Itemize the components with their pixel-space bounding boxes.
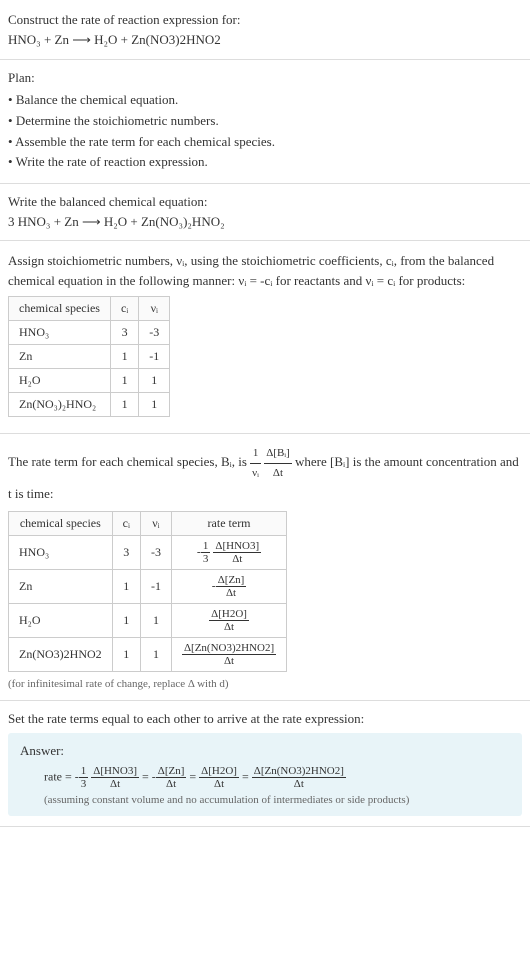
fraction: 1νᵢ — [250, 444, 261, 482]
plan-item: Determine the stoichiometric numbers. — [8, 111, 522, 132]
table-row: Zn(NO₃)₂HNO₂11 — [9, 393, 170, 417]
question-prompt: Construct the rate of reaction expressio… — [8, 10, 522, 30]
fraction: Δ[H2O]Δt — [209, 608, 249, 633]
stoich-h-c: cᵢ — [110, 297, 138, 321]
fraction: Δ[Bᵢ]Δt — [264, 444, 292, 482]
cell: Zn(NO₃)₂HNO₂ — [9, 393, 111, 417]
cell: -1 — [139, 345, 170, 369]
table-row: H₂O11 — [9, 369, 170, 393]
cell: Zn — [9, 569, 113, 603]
cell: -1 — [140, 569, 171, 603]
text: The rate term for each chemical species,… — [8, 454, 250, 469]
rt-h-c: cᵢ — [112, 511, 140, 535]
table-row: HNO₃ 3 -3 -13 Δ[HNO3]Δt — [9, 535, 287, 569]
question-equation: HNO₃ + Zn ⟶ H₂O + Zn(NO3)2HNO2 — [8, 30, 522, 50]
question-section: Construct the rate of reaction expressio… — [0, 0, 530, 60]
answer-assumption: (assuming constant volume and no accumul… — [20, 794, 510, 806]
plan-item: Balance the chemical equation. — [8, 90, 522, 111]
table-row: Zn1-1 — [9, 345, 170, 369]
stoich-h-species: chemical species — [9, 297, 111, 321]
stoich-table: chemical species cᵢ νᵢ HNO₃3-3 Zn1-1 H₂O… — [8, 296, 170, 417]
balanced-title: Write the balanced chemical equation: — [8, 194, 522, 210]
fraction: Δ[Zn(NO3)2HNO2]Δt — [252, 765, 346, 790]
rateterm-table: chemical species cᵢ νᵢ rate term HNO₃ 3 … — [8, 511, 287, 672]
fraction: Δ[Zn]Δt — [156, 765, 187, 790]
cell: 1 — [139, 369, 170, 393]
table-row: HNO₃3-3 — [9, 321, 170, 345]
stoich-intro: Assign stoichiometric numbers, νᵢ, using… — [8, 251, 522, 290]
table-row: Zn 1 -1 -Δ[Zn]Δt — [9, 569, 287, 603]
rt-h-v: νᵢ — [140, 511, 171, 535]
stoich-h-v: νᵢ — [139, 297, 170, 321]
final-title: Set the rate terms equal to each other t… — [8, 711, 522, 727]
rateterm-note: (for infinitesimal rate of change, repla… — [8, 678, 522, 690]
answer-box: Answer: rate = -13 Δ[HNO3]Δt = -Δ[Zn]Δt … — [8, 733, 522, 816]
plan-item: Write the rate of reaction expression. — [8, 152, 522, 173]
cell: 1 — [112, 569, 140, 603]
cell: H₂O — [9, 369, 111, 393]
cell: -3 — [140, 535, 171, 569]
cell: 1 — [140, 637, 171, 671]
stoich-section: Assign stoichiometric numbers, νᵢ, using… — [0, 241, 530, 434]
cell: 1 — [140, 603, 171, 637]
answer-equation: rate = -13 Δ[HNO3]Δt = -Δ[Zn]Δt = Δ[H2O]… — [20, 765, 510, 790]
fraction: Δ[HNO3]Δt — [91, 765, 139, 790]
table-row: Zn(NO3)2HNO2 1 1 Δ[Zn(NO3)2HNO2]Δt — [9, 637, 287, 671]
final-section: Set the rate terms equal to each other t… — [0, 701, 530, 827]
fraction: Δ[HNO3]Δt — [213, 540, 261, 565]
cell: HNO₃ — [9, 535, 113, 569]
cell: H₂O — [9, 603, 113, 637]
rateterm-section: The rate term for each chemical species,… — [0, 434, 530, 700]
balanced-section: Write the balanced chemical equation: 3 … — [0, 184, 530, 241]
fraction: 13 — [79, 765, 89, 790]
cell: 1 — [112, 603, 140, 637]
plan-list: Balance the chemical equation. Determine… — [8, 90, 522, 173]
fraction: Δ[Zn(NO3)2HNO2]Δt — [182, 642, 276, 667]
cell: 1 — [112, 637, 140, 671]
cell: Δ[H2O]Δt — [171, 603, 286, 637]
fraction: Δ[H2O]Δt — [199, 765, 239, 790]
cell: -Δ[Zn]Δt — [171, 569, 286, 603]
cell: HNO₃ — [9, 321, 111, 345]
cell: -13 Δ[HNO3]Δt — [171, 535, 286, 569]
rateterm-intro: The rate term for each chemical species,… — [8, 444, 522, 504]
cell: Δ[Zn(NO3)2HNO2]Δt — [171, 637, 286, 671]
cell: 1 — [110, 393, 138, 417]
balanced-equation: 3 HNO₃ + Zn ⟶ H₂O + Zn(NO₃)₂HNO₂ — [8, 214, 522, 230]
rt-h-species: chemical species — [9, 511, 113, 535]
cell: Zn(NO3)2HNO2 — [9, 637, 113, 671]
plan-title: Plan: — [8, 70, 522, 86]
rt-h-rate: rate term — [171, 511, 286, 535]
fraction: Δ[Zn]Δt — [216, 574, 247, 599]
cell: 1 — [139, 393, 170, 417]
answer-label: Answer: — [20, 743, 510, 759]
cell: 1 — [110, 369, 138, 393]
cell: -3 — [139, 321, 170, 345]
table-row: H₂O 1 1 Δ[H2O]Δt — [9, 603, 287, 637]
fraction: 13 — [201, 540, 211, 565]
plan-item: Assemble the rate term for each chemical… — [8, 132, 522, 153]
cell: 3 — [110, 321, 138, 345]
cell: Zn — [9, 345, 111, 369]
cell: 3 — [112, 535, 140, 569]
text: rate = — [44, 769, 75, 783]
cell: 1 — [110, 345, 138, 369]
plan-section: Plan: Balance the chemical equation. Det… — [0, 60, 530, 184]
